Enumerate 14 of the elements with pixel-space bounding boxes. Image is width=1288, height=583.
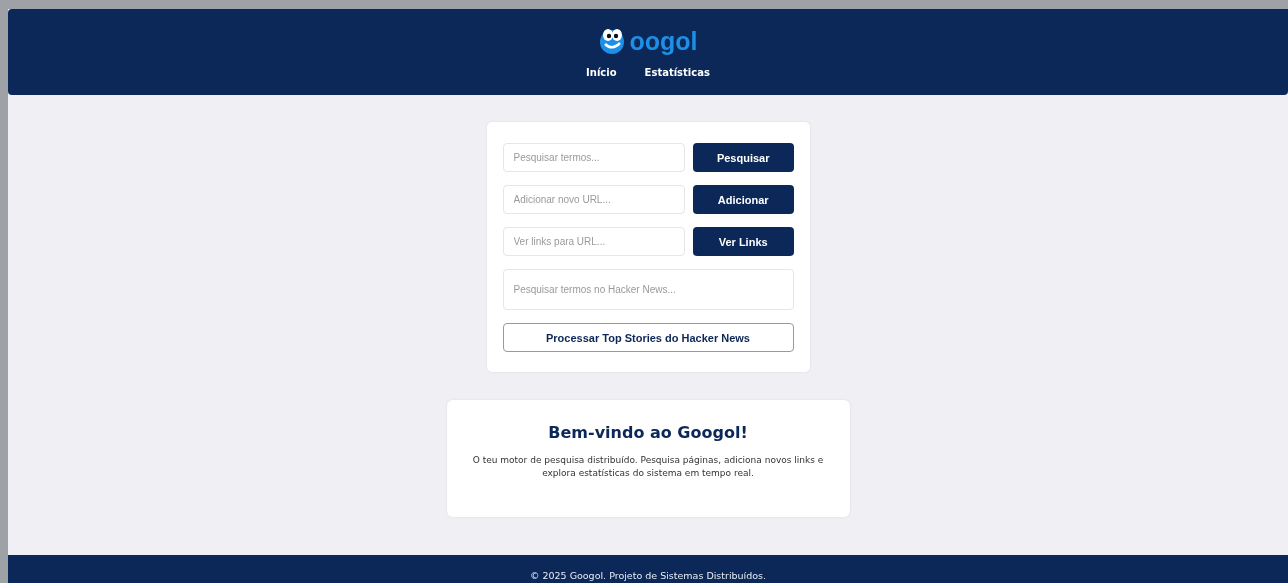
process-button[interactable]: Processar Top Stories do Hacker News: [502, 323, 794, 352]
hacker-news-search-field[interactable]: Pesquisar termos no Hacker News...: [502, 269, 794, 310]
action-button[interactable]: Ver Links: [692, 227, 794, 256]
footer-text: © 2025 Googol. Projeto de Sistemas Distribuídos.: [529, 570, 767, 581]
text-field[interactable]: Ver links para URL...: [502, 227, 685, 256]
text-field[interactable]: Adicionar novo URL...: [502, 185, 685, 214]
welcome-text: O teu motor de pesquisa distribuído. Pesquisa páginas, adiciona novos links e explora estatísticas do sistema em tempo real.: [471, 454, 825, 480]
action-button[interactable]: Adicionar: [692, 185, 794, 214]
nav-link[interactable]: Estatísticas: [644, 67, 710, 78]
logo-text: oogol: [629, 26, 698, 57]
text-field[interactable]: Pesquisar termos...: [502, 143, 685, 172]
action-button[interactable]: Pesquisar: [692, 143, 794, 172]
nav-link[interactable]: Início: [586, 67, 617, 78]
welcome-title: Bem-vindo ao Googol!: [548, 423, 748, 442]
